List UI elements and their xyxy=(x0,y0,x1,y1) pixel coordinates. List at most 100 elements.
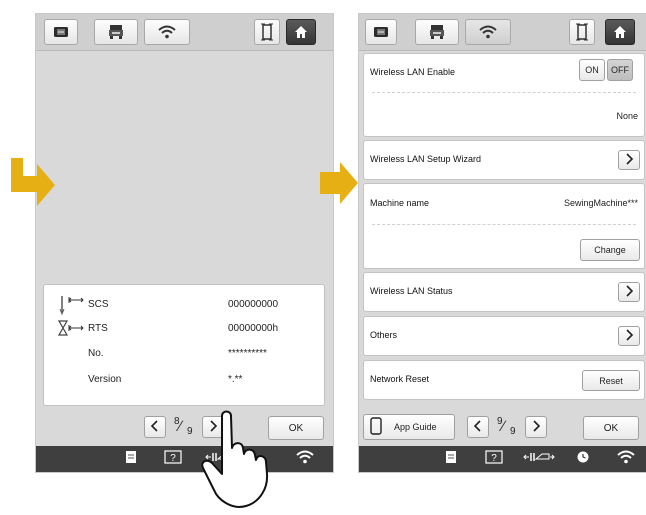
home-icon xyxy=(294,25,308,39)
chevron-left-icon xyxy=(150,419,160,435)
hourglass-counter-icon xyxy=(57,319,86,342)
home-button[interactable] xyxy=(286,19,316,45)
page-total: 9 xyxy=(510,426,516,437)
page-fraction-slash: ∕ xyxy=(179,418,182,435)
machine-name-row: Machine name SewingMachine*** Change xyxy=(363,183,645,269)
frame-button[interactable] xyxy=(569,19,595,45)
wifi-status-button[interactable] xyxy=(614,450,638,469)
machine-button[interactable] xyxy=(94,19,138,45)
settings-icon xyxy=(445,450,457,469)
home-button[interactable] xyxy=(605,19,635,45)
presser-foot-button[interactable] xyxy=(519,451,559,467)
chevron-right-icon xyxy=(531,419,541,435)
machine-icon xyxy=(428,24,446,40)
embroidery-unit-icon xyxy=(53,25,69,39)
top-toolbar xyxy=(36,14,333,51)
version-label: Version xyxy=(88,374,122,385)
ok-button[interactable]: OK xyxy=(583,416,639,440)
wifi-icon xyxy=(478,25,498,39)
settings-page-button[interactable] xyxy=(121,450,141,469)
embroidery-unit-button[interactable] xyxy=(44,19,78,45)
clock-icon xyxy=(576,450,590,469)
embroidery-unit-button[interactable] xyxy=(365,19,397,45)
left-settings-screen: SCS 000000000 RTS 00000000h No. ********… xyxy=(35,13,334,473)
home-icon xyxy=(613,25,627,39)
prev-page-button[interactable] xyxy=(467,416,489,438)
wlan-off-button[interactable]: OFF xyxy=(607,59,633,81)
needle-counter-icon xyxy=(58,295,86,318)
others-label: Others xyxy=(370,330,398,340)
chevron-left-icon xyxy=(473,419,483,435)
scs-label: SCS xyxy=(88,299,109,310)
others-button[interactable] xyxy=(618,326,640,346)
version-value: *.** xyxy=(228,374,243,385)
chevron-right-icon xyxy=(624,152,634,168)
right-network-screen: Wireless LAN Enable ON OFF None Wireless… xyxy=(358,13,646,473)
change-label: Change xyxy=(594,245,626,255)
app-guide-label: App Guide xyxy=(394,422,437,432)
bottom-status-bar: ? xyxy=(359,446,646,472)
help-icon: ? xyxy=(485,449,503,469)
wlan-status-row[interactable]: Wireless LAN Status xyxy=(363,272,645,312)
reset-label: Reset xyxy=(599,375,623,386)
rts-label: RTS xyxy=(88,323,108,334)
others-row[interactable]: Others xyxy=(363,316,645,356)
number-value: ********** xyxy=(228,348,267,359)
info-row-number: No. ********** xyxy=(44,344,324,364)
chevron-right-icon xyxy=(624,284,634,300)
change-machine-name-button[interactable]: Change xyxy=(580,239,640,261)
ok-label: OK xyxy=(603,422,619,434)
app-guide-button[interactable]: App Guide xyxy=(363,414,455,440)
page-total: 9 xyxy=(187,426,193,437)
help-button[interactable]: ? xyxy=(483,449,505,469)
machine-button[interactable] xyxy=(415,19,459,45)
svg-text:?: ? xyxy=(491,453,497,464)
machine-name-value: SewingMachine*** xyxy=(563,198,638,208)
rts-value: 00000000h xyxy=(228,323,279,334)
top-toolbar xyxy=(359,14,646,51)
wifi-icon xyxy=(616,450,636,469)
network-settings-tab[interactable] xyxy=(465,19,511,45)
settings-page-button[interactable] xyxy=(441,450,461,469)
chevron-right-icon xyxy=(624,328,634,344)
network-reset-label: Network Reset xyxy=(370,374,430,384)
wifi-icon xyxy=(157,25,177,39)
right-arrow-indicator xyxy=(318,160,360,211)
clock-button[interactable] xyxy=(573,451,593,467)
frame-icon xyxy=(261,23,273,41)
wlan-status-button[interactable] xyxy=(618,282,640,302)
smartphone-icon xyxy=(370,416,382,438)
wlan-status-label: Wireless LAN Status xyxy=(370,286,453,296)
wlan-on-button[interactable]: ON xyxy=(579,59,605,81)
prev-page-button[interactable] xyxy=(144,416,166,438)
machine-name-label: Machine name xyxy=(370,198,430,208)
wlan-setup-wizard-label: Wireless LAN Setup Wizard xyxy=(370,154,482,164)
wlan-on-label: ON xyxy=(585,65,599,75)
page-navigator: 9 ∕ 9 xyxy=(467,414,547,440)
embroidery-unit-icon xyxy=(373,25,389,39)
machine-icon xyxy=(107,24,125,40)
wlan-enable-label: Wireless LAN Enable xyxy=(370,67,456,77)
network-settings-tab[interactable] xyxy=(144,19,190,45)
frame-button[interactable] xyxy=(254,19,280,45)
hand-pointer-icon xyxy=(200,408,310,515)
wlan-setup-wizard-button[interactable] xyxy=(618,150,640,170)
network-reset-row: Network Reset Reset xyxy=(363,360,645,400)
scs-value: 000000000 xyxy=(228,299,279,310)
reset-button[interactable]: Reset xyxy=(582,370,640,391)
help-button[interactable]: ? xyxy=(162,449,184,469)
svg-text:?: ? xyxy=(170,453,176,464)
presser-foot-icon xyxy=(522,450,556,468)
machine-info-panel: SCS 000000000 RTS 00000000h No. ********… xyxy=(43,284,325,406)
next-page-button[interactable] xyxy=(525,416,547,438)
wlan-off-label: OFF xyxy=(611,65,629,75)
wlan-setup-wizard-row[interactable]: Wireless LAN Setup Wizard xyxy=(363,140,645,180)
help-icon: ? xyxy=(164,449,182,469)
network-name-value: None xyxy=(616,111,638,121)
page-fraction-slash: ∕ xyxy=(502,418,505,435)
settings-icon xyxy=(125,450,137,469)
info-row-version: Version *.** xyxy=(44,370,324,390)
left-arrow-indicator xyxy=(7,156,59,215)
info-row-rts: RTS 00000000h xyxy=(44,319,324,339)
info-row-scs: SCS 000000000 xyxy=(44,295,324,318)
